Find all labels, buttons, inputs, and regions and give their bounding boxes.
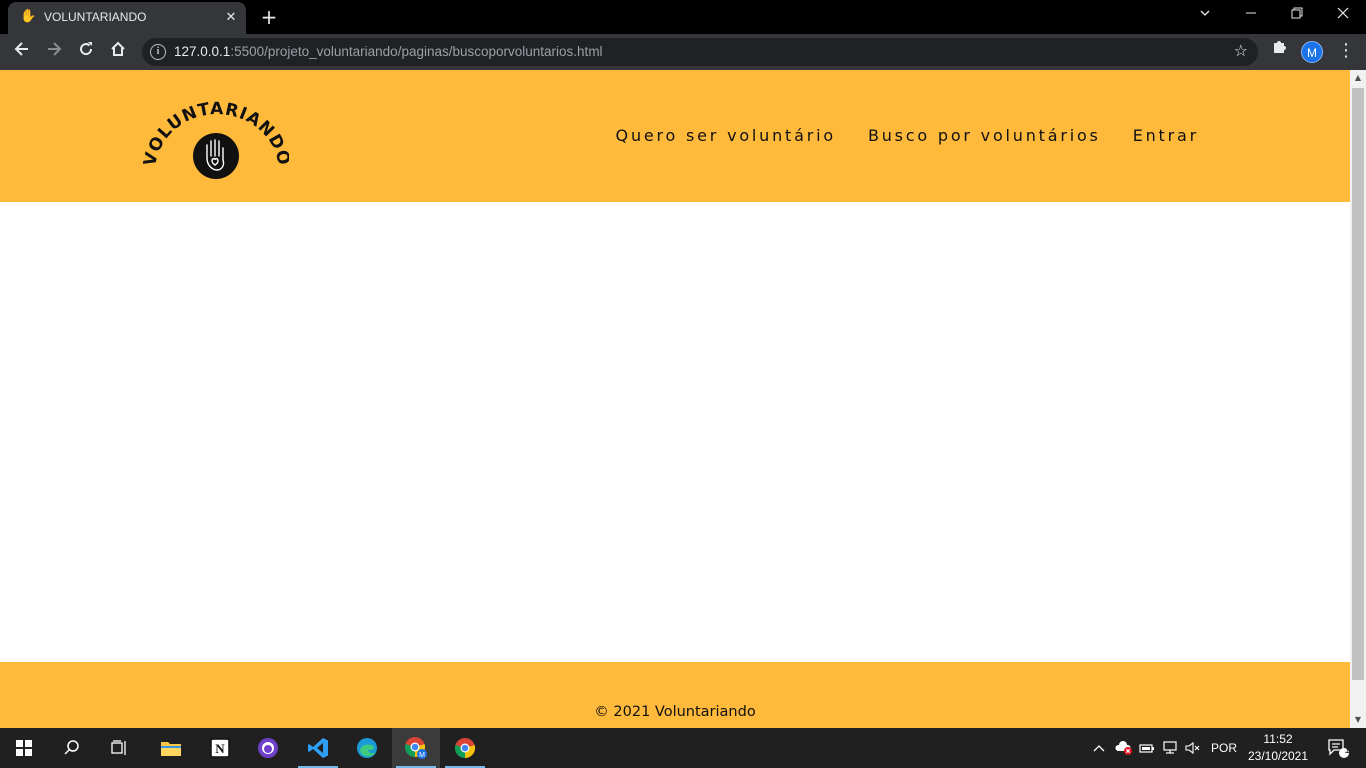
edge-icon[interactable]: [343, 728, 391, 768]
voluntariando-logo[interactable]: VOLUNTARIANDO: [143, 92, 289, 188]
taskbar-clock[interactable]: 11:52 23/10/2021: [1244, 731, 1312, 765]
browser-tab-bar: ✋ VOLUNTARIANDO ✕ +: [0, 0, 1366, 34]
notion-icon[interactable]: N: [196, 728, 244, 768]
input-language[interactable]: POR: [1206, 728, 1242, 768]
nav-busco-por-voluntarios[interactable]: Busco por voluntários: [868, 126, 1101, 145]
notification-count-badge: 1: [1344, 745, 1350, 755]
browser-toolbar: i 127.0.0.1:5500/projeto_voluntariando/p…: [0, 34, 1366, 70]
main-content: [0, 202, 1350, 662]
main-nav: Quero ser voluntário Busco por voluntári…: [616, 126, 1199, 145]
browser-menu-icon[interactable]: ⋮: [1336, 38, 1356, 66]
restore-button[interactable]: [1274, 0, 1320, 32]
task-view-icon[interactable]: [96, 728, 144, 768]
show-hidden-icons-chevron-icon[interactable]: [1090, 728, 1108, 768]
github-desktop-icon[interactable]: [244, 728, 292, 768]
windows-start-icon[interactable]: [0, 728, 48, 768]
address-url: 127.0.0.1:5500/projeto_voluntariando/pag…: [174, 44, 603, 59]
site-footer: © 2021 Voluntariando: [0, 662, 1350, 728]
network-icon[interactable]: [1160, 728, 1182, 768]
nav-quero-ser-voluntario[interactable]: Quero ser voluntário: [616, 126, 836, 145]
site-info-icon[interactable]: i: [150, 44, 166, 60]
close-window-button[interactable]: [1320, 0, 1366, 32]
chrome-icon[interactable]: [441, 728, 489, 768]
clock-date: 23/10/2021: [1247, 749, 1309, 763]
file-explorer-icon[interactable]: [147, 728, 195, 768]
scroll-thumb[interactable]: [1352, 88, 1364, 680]
scroll-down-arrow-icon[interactable]: ▼: [1350, 712, 1366, 728]
profile-avatar[interactable]: M: [1301, 41, 1323, 63]
volume-muted-icon[interactable]: [1183, 728, 1203, 768]
bookmark-star-icon[interactable]: ☆: [1234, 41, 1248, 60]
hand-favicon-icon: ✋: [20, 9, 37, 24]
page-viewport: VOLUNTARIANDO Quero ser voluntário Busco…: [0, 70, 1350, 728]
svg-text:N: N: [215, 741, 225, 756]
new-tab-button[interactable]: +: [258, 6, 280, 28]
minimize-button[interactable]: [1228, 0, 1274, 32]
action-center-icon[interactable]: 1: [1318, 728, 1358, 768]
nav-entrar[interactable]: Entrar: [1133, 126, 1199, 145]
vscode-icon[interactable]: [294, 728, 342, 768]
footer-copyright: © 2021 Voluntariando: [594, 704, 756, 720]
svg-text:M: M: [419, 752, 425, 759]
extensions-puzzle-icon[interactable]: [1268, 38, 1290, 60]
tab-search-icon[interactable]: [1182, 0, 1228, 32]
battery-icon[interactable]: [1137, 728, 1157, 768]
address-bar[interactable]: i 127.0.0.1:5500/projeto_voluntariando/p…: [142, 38, 1258, 66]
search-icon[interactable]: [48, 728, 96, 768]
browser-tab[interactable]: ✋ VOLUNTARIANDO ✕: [8, 2, 246, 34]
scroll-up-arrow-icon[interactable]: ▲: [1350, 70, 1366, 86]
chrome-profile-taskbar-icon[interactable]: M: [392, 728, 440, 768]
page-scrollbar[interactable]: ▲ ▼: [1350, 70, 1366, 728]
home-icon[interactable]: [104, 38, 132, 66]
site-header: VOLUNTARIANDO Quero ser voluntário Busco…: [0, 70, 1350, 202]
clock-time: 11:52: [1263, 732, 1293, 746]
forward-arrow-icon[interactable]: [40, 38, 68, 66]
back-arrow-icon[interactable]: [8, 38, 36, 66]
windows-taskbar: N M POR 11:52 23/10/2021 1: [0, 728, 1366, 768]
onedrive-error-icon[interactable]: [1113, 728, 1135, 768]
close-tab-icon[interactable]: ✕: [222, 9, 240, 27]
reload-icon[interactable]: [72, 38, 100, 66]
tab-title: VOLUNTARIANDO: [44, 10, 147, 24]
